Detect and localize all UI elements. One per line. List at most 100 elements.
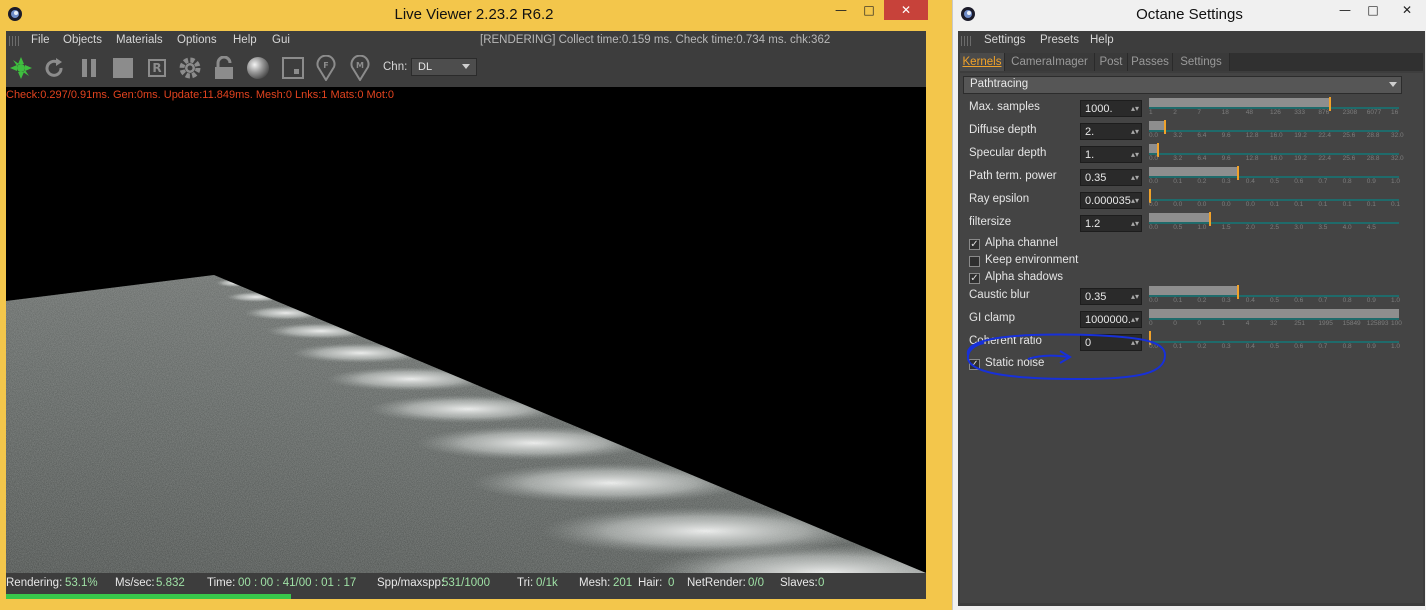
spinner-arrows-icon[interactable]: ▴▾ <box>1131 312 1139 327</box>
maximize-button[interactable]: □ <box>1359 0 1387 20</box>
spinner-arrows-icon[interactable]: ▴▾ <box>1131 170 1139 185</box>
live-viewer-window: Live Viewer 2.23.2 R6.2 — □ ✕ File Objec… <box>0 0 948 610</box>
tick-label: 19.2 <box>1294 155 1307 162</box>
caustic-blur-slider-fill <box>1149 286 1237 295</box>
menu-presets[interactable]: Presets <box>1040 34 1079 46</box>
gi-clamp-field[interactable]: 1000000. ▴▾ <box>1080 311 1142 328</box>
path-term-power-slider[interactable]: 0.0 0.1 0.2 0.3 0.4 0.5 0.6 0.7 0.8 0.9 1.0 <box>1149 166 1400 186</box>
restart-icon[interactable] <box>41 54 67 82</box>
tick-label: 28.8 <box>1366 132 1380 139</box>
render-stats-line: Check:0.297/0.91ms. Gen:0ms. Update:11.8… <box>6 89 395 101</box>
alpha-channel-checkbox[interactable]: ✓ <box>969 239 980 250</box>
spinner-arrows-icon[interactable]: ▴▾ <box>1131 335 1139 350</box>
spinner-arrows-icon[interactable]: ▴▾ <box>1131 147 1139 162</box>
minimize-button[interactable]: — <box>827 0 855 20</box>
tick-label: 25.6 <box>1342 155 1356 162</box>
close-button[interactable]: ✕ <box>1387 0 1426 20</box>
close-button[interactable]: ✕ <box>884 0 928 20</box>
spinner-arrows-icon[interactable]: ▴▾ <box>1131 124 1139 139</box>
menu-objects[interactable]: Objects <box>63 34 102 46</box>
live-viewer-titlebar[interactable]: Live Viewer 2.23.2 R6.2 — □ ✕ <box>0 0 948 30</box>
octane-settings-titlebar[interactable]: Octane Settings — □ ✕ <box>953 0 1426 30</box>
minimize-button[interactable]: — <box>1331 0 1359 20</box>
tab-settings[interactable]: Settings <box>1173 53 1230 71</box>
render-status-bar: Rendering: 53.1% Ms/sec: 5.832 Time: 00 … <box>6 573 926 593</box>
alpha-shadows-checkbox[interactable]: ✓ <box>969 273 980 284</box>
tab-post[interactable]: Post <box>1095 53 1128 71</box>
specular-depth-slider[interactable]: 0.0 3.2 6.4 9.6 12.8 16.0 19.2 22.4 25.6 28.8 32.0 <box>1149 143 1404 163</box>
ray-epsilon-field[interactable]: 0.000035 ▴▾ <box>1080 192 1142 209</box>
material-picker-icon[interactable]: M <box>347 54 373 82</box>
focus-pick-icon[interactable] <box>280 54 306 82</box>
path-term-power-slider-ticks: 0.0 0.1 0.2 0.3 0.4 0.5 0.6 0.7 0.8 0.9 1.0 <box>1149 178 1400 186</box>
diffuse-depth-slider[interactable]: 0.0 3.2 6.4 9.6 12.8 16.0 19.2 22.4 25.6 28.8 32.0 <box>1149 120 1404 139</box>
tick-label: 0.6 <box>1294 343 1304 350</box>
tick-label: 0.5 <box>1270 297 1280 304</box>
material-sphere-icon[interactable] <box>245 54 271 82</box>
tick-label: 15849 <box>1342 320 1361 327</box>
pause-icon[interactable] <box>76 54 102 82</box>
specular-depth-slider-ticks: 0.0 3.2 6.4 9.6 12.8 16.0 19.2 22.4 25.6 28.8 32.0 <box>1149 155 1404 163</box>
svg-text:F: F <box>323 61 328 70</box>
stop-icon[interactable] <box>110 54 136 82</box>
keep-environment-checkbox[interactable] <box>969 256 980 267</box>
live-viewer-toolbar: R F M Chn: DL <box>6 51 926 87</box>
tick-label: 32 <box>1270 320 1278 327</box>
menu-settings[interactable]: Settings <box>984 34 1026 46</box>
render-progress-bar <box>6 593 926 599</box>
tick-label: 0.5 <box>1173 224 1183 231</box>
menu-help[interactable]: Help <box>233 34 257 46</box>
caustic-blur-slider[interactable]: 0.0 0.1 0.2 0.3 0.4 0.5 0.6 0.7 0.8 0.9 1.0 <box>1149 285 1400 304</box>
render-viewport[interactable]: Check:0.297/0.91ms. Gen:0ms. Update:11.8… <box>6 87 926 573</box>
spinner-arrows-icon[interactable]: ▴▾ <box>1131 289 1139 304</box>
menu-materials[interactable]: Materials <box>116 34 163 46</box>
menu-options[interactable]: Options <box>177 34 217 46</box>
tab-kernels[interactable]: Kernels <box>960 53 1005 71</box>
tick-label: 0.0 <box>1173 201 1183 208</box>
tick-label: 0.0 <box>1149 343 1159 350</box>
tick-label: 0.1 <box>1173 343 1183 350</box>
tick-label: 4 <box>1245 320 1250 327</box>
filtersize-slider[interactable]: 0.0 0.5 1.0 1.5 2.0 2.5 3.0 3.5 4.0 4.5 <box>1149 212 1399 231</box>
tick-label: 0.1 <box>1173 297 1183 304</box>
gi-clamp-value: 1000000. <box>1085 314 1131 326</box>
live-viewer-menubar: File Objects Materials Options Help Gui … <box>6 31 926 51</box>
octane-logo-icon[interactable] <box>8 54 34 82</box>
maximize-button[interactable]: □ <box>855 0 883 20</box>
max-samples-field[interactable]: 1000. ▴▾ <box>1080 100 1142 117</box>
kernels-panel: Pathtracing Max. samples 1000. ▴▾ 1 2 7 18 48 12… <box>960 73 1423 603</box>
menu-gui[interactable]: Gui <box>272 34 290 46</box>
static-noise-checkbox[interactable]: ✓ <box>969 359 980 370</box>
tick-label: 251 <box>1294 320 1306 327</box>
lock-icon[interactable] <box>211 54 237 82</box>
tick-label: 0.7 <box>1318 178 1328 185</box>
caustic-blur-field[interactable]: 0.35 ▴▾ <box>1080 288 1142 305</box>
ray-epsilon-slider[interactable]: 0.0 0.0 0.0 0.0 0.0 0.1 0.1 0.1 0.1 0.1 0.1 <box>1149 189 1400 209</box>
settings-gear-icon[interactable] <box>177 54 203 82</box>
menu-help[interactable]: Help <box>1090 34 1114 46</box>
spinner-arrows-icon[interactable]: ▴▾ <box>1131 101 1139 116</box>
menu-file[interactable]: File <box>31 34 50 46</box>
tick-label: 16.0 <box>1270 155 1283 162</box>
tick-label: 12.8 <box>1245 155 1259 162</box>
path-term-power-field[interactable]: 0.35 ▴▾ <box>1080 169 1142 186</box>
specular-depth-field[interactable]: 1. ▴▾ <box>1080 146 1142 163</box>
spinner-arrows-icon[interactable]: ▴▾ <box>1131 193 1139 208</box>
tab-cameraimager[interactable]: CameraImager <box>1005 53 1095 71</box>
region-render-icon[interactable]: R <box>144 54 170 82</box>
status-time-value: 00 : 00 : 41/00 : 01 : 17 <box>238 577 357 589</box>
tick-label: 0.2 <box>1197 343 1207 350</box>
max-samples-slider[interactable]: 1 2 7 18 48 126 333 876 2308 6077 16 <box>1149 97 1399 116</box>
gi-clamp-label: GI clamp <box>969 312 1016 324</box>
coherent-ratio-slider[interactable]: 0.0 0.1 0.2 0.3 0.4 0.5 0.6 0.7 0.8 0.9 1.0 <box>1149 331 1400 350</box>
tick-label: 2.0 <box>1245 224 1255 231</box>
gi-clamp-slider[interactable]: 0 0 0 1 4 32 251 1995 15849 125893 100 <box>1149 309 1402 327</box>
coherent-ratio-field[interactable]: 0 ▴▾ <box>1080 334 1142 351</box>
ray-epsilon-slider-ticks: 0.0 0.0 0.0 0.0 0.0 0.1 0.1 0.1 0.1 0.1 0.1 <box>1149 201 1400 209</box>
diffuse-depth-field[interactable]: 2. ▴▾ <box>1080 123 1142 140</box>
spinner-arrows-icon[interactable]: ▴▾ <box>1131 216 1139 231</box>
focus-picker-icon[interactable]: F <box>313 54 339 82</box>
filtersize-field[interactable]: 1.2 ▴▾ <box>1080 215 1142 232</box>
channel-select[interactable]: DL <box>411 58 477 76</box>
tab-passes[interactable]: Passes <box>1128 53 1173 71</box>
